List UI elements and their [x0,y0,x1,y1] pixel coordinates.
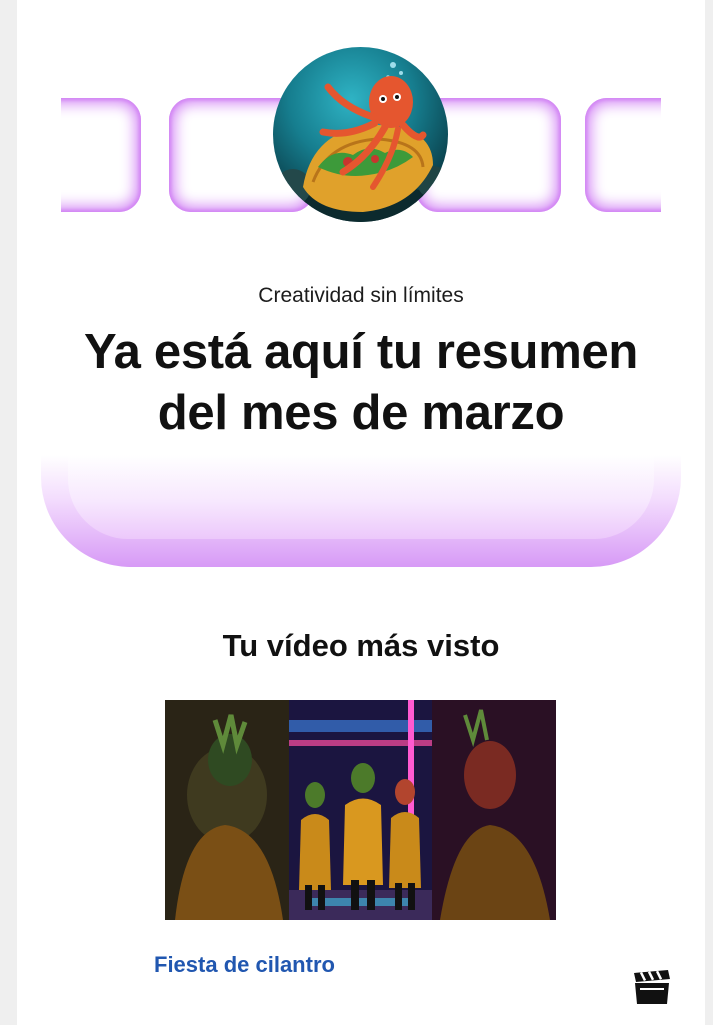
video-thumbnail-image [165,700,556,920]
section-title: Tu vídeo más visto [222,628,500,663]
profile-avatar [273,47,448,222]
page-title: Ya está aquí tu resumen del mes de marzo [83,325,639,440]
decor-pill [585,98,661,212]
decor-pill [61,98,141,212]
email-card: Creatividad sin límites Ya está aquí tu … [17,0,705,1025]
headline-decoration [41,455,681,567]
octopus-taco-image [273,62,448,222]
clapperboard-icon[interactable] [632,970,672,1006]
headline-decoration-inner [68,455,654,539]
video-thumbnail[interactable] [165,700,556,920]
video-title-link[interactable]: Fiesta de cilantro [154,952,335,978]
subtitle: Creatividad sin límites [258,284,464,307]
